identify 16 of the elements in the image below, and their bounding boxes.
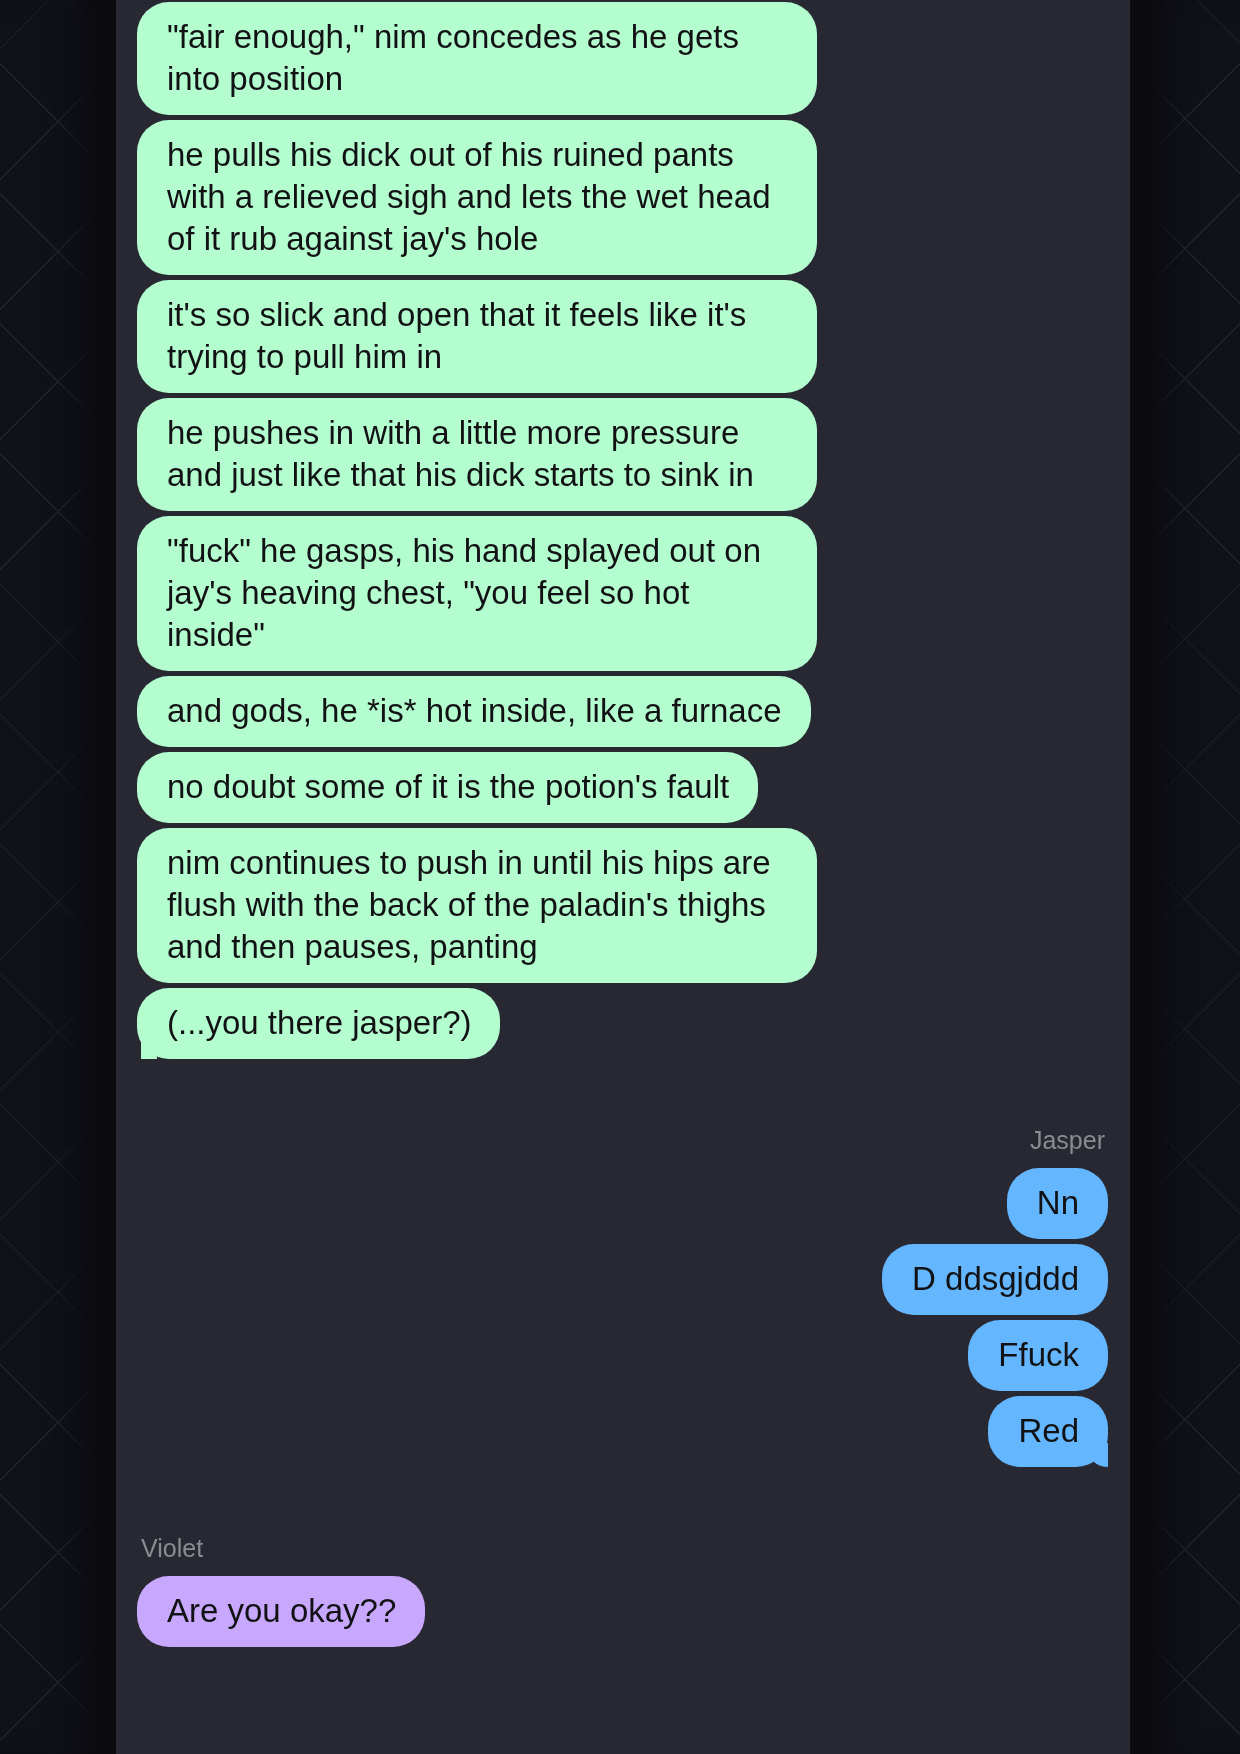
message-bubble: D ddsgjddd [882, 1244, 1108, 1315]
message-bubble: nim continues to push in until his hips are flush with the back of the paladin's thighs and then pauses, panting [137, 828, 817, 983]
message-bubble: Nn [1006, 1168, 1108, 1239]
message-bubble: he pushes in with a little more pressure and just like that his dick starts to sink in [137, 398, 817, 511]
message-bubble: Ffuck [968, 1320, 1108, 1391]
message-bubble: "fuck" he gasps, his hand splayed out on jay's heaving chest, "you feel so hot inside" [137, 516, 817, 671]
message-bubble: and gods, he *is* hot inside, like a furnace [137, 676, 811, 747]
sender-name: Violet [140, 1535, 205, 1561]
message-bubble: Red [988, 1396, 1108, 1467]
message-bubble: no doubt some of it is the potion's fault [137, 752, 759, 823]
message-bubble: it's so slick and open that it feels like it's trying to pull him in [137, 280, 817, 393]
message-bubble: (...you there jasper?) [137, 988, 501, 1059]
message-bubble: Are you okay?? [137, 1576, 426, 1647]
message-bubble: "fair enough," nim concedes as he gets into position [137, 2, 817, 115]
message-bubble: he pulls his dick out of his ruined pants with a relieved sigh and lets the wet head of it rub against jay's hole [137, 120, 817, 275]
sender-name: Jasper [1028, 1127, 1106, 1153]
